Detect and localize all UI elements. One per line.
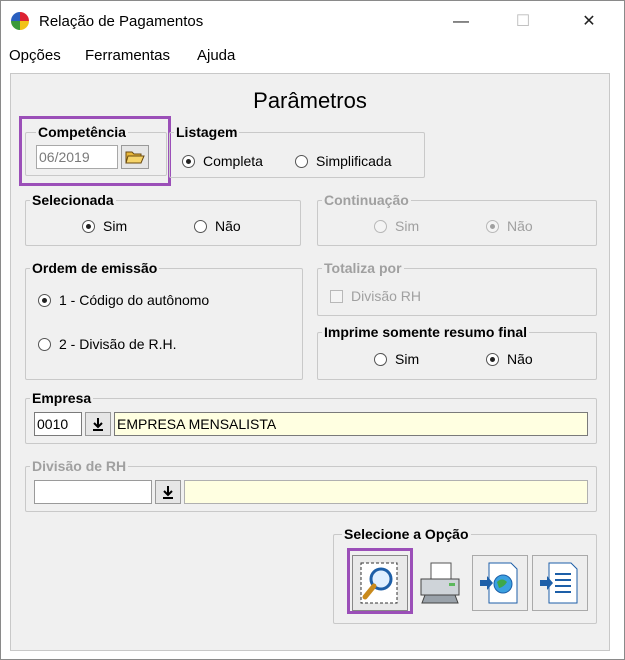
competencia-browse-button[interactable]	[121, 145, 149, 169]
ordem-emissao-legend: Ordem de emissão	[30, 260, 160, 276]
imprime-nao-radio[interactable]: Não	[486, 351, 533, 367]
radio-checked-icon	[486, 352, 499, 366]
radio-unchecked-icon	[194, 219, 207, 233]
divisao-code-input[interactable]	[34, 480, 152, 504]
listagem-completa-radio[interactable]: Completa	[182, 153, 263, 169]
radio-checked-icon	[82, 219, 95, 233]
continuacao-sim-radio: Sim	[374, 218, 419, 234]
competencia-group: Competência 06/2019	[25, 124, 167, 176]
print-button[interactable]	[412, 555, 468, 611]
radio-unchecked-icon	[374, 219, 387, 233]
export-web-icon	[480, 562, 518, 604]
divisao-rh-legend: Divisão de RH	[30, 458, 129, 474]
imprime-sim-radio[interactable]: Sim	[374, 351, 419, 367]
folder-open-icon	[125, 151, 145, 164]
radio-checked-icon	[182, 154, 195, 168]
empresa-code-input[interactable]: 0010	[34, 412, 82, 436]
listagem-group: Listagem Completa Simplificada	[169, 124, 425, 178]
selecione-opcao-legend: Selecione a Opção	[342, 526, 471, 542]
export-document-icon	[540, 562, 578, 604]
menu-ajuda[interactable]: Ajuda	[197, 47, 235, 64]
printer-icon	[420, 562, 460, 604]
ordem-divisao-radio[interactable]: 2 - Divisão de R.H.	[38, 336, 176, 352]
export-document-button[interactable]	[532, 555, 588, 611]
radio-checked-icon	[486, 219, 499, 233]
empresa-lookup-button[interactable]	[85, 412, 111, 436]
ordem-emissao-group: Ordem de emissão 1 - Código do autônomo …	[25, 260, 303, 380]
divisao-name-field[interactable]	[184, 480, 588, 504]
totaliza-divisao-checkbox: Divisão RH	[330, 288, 421, 304]
selecionada-legend: Selecionada	[30, 192, 116, 208]
radio-checked-icon	[38, 293, 51, 307]
checkbox-label: Divisão RH	[351, 288, 422, 304]
export-web-button[interactable]	[472, 555, 528, 611]
radio-unchecked-icon	[38, 337, 51, 351]
radio-label: 2 - Divisão de R.H.	[59, 336, 177, 352]
empresa-name-field[interactable]: EMPRESA MENSALISTA	[114, 412, 588, 436]
empresa-legend: Empresa	[30, 390, 94, 406]
app-window: Relação de Pagamentos — ☐ ✕ Opções Ferra…	[0, 0, 625, 660]
selecione-opcao-group: Selecione a Opção	[333, 526, 597, 624]
imprime-resumo-group: Imprime somente resumo final Sim Não	[317, 324, 597, 380]
download-arrow-icon	[163, 486, 173, 499]
radio-label: Não	[507, 218, 533, 234]
radio-label: Completa	[203, 153, 263, 169]
preview-button[interactable]	[352, 555, 408, 611]
continuacao-legend: Continuação	[322, 192, 411, 208]
radio-label: Não	[215, 218, 241, 234]
parameters-panel: Parâmetros Competência 06/2019 Listagem …	[10, 73, 610, 651]
title-bar: Relação de Pagamentos — ☐ ✕	[1, 1, 624, 41]
menu-opcoes[interactable]: Opções	[9, 47, 61, 64]
window-title: Relação de Pagamentos	[39, 13, 204, 30]
listagem-legend: Listagem	[174, 124, 240, 140]
selecionada-group: Selecionada Sim Não	[25, 192, 301, 246]
competencia-legend: Competência	[36, 124, 128, 140]
imprime-resumo-legend: Imprime somente resumo final	[322, 324, 530, 340]
radio-label: Sim	[395, 351, 420, 367]
empresa-group: Empresa 0010 EMPRESA MENSALISTA	[25, 390, 597, 444]
divisao-rh-group: Divisão de RH	[25, 458, 597, 512]
radio-unchecked-icon	[295, 154, 308, 168]
ordem-codigo-radio[interactable]: 1 - Código do autônomo	[38, 292, 209, 308]
selecionada-nao-radio[interactable]: Não	[194, 218, 241, 234]
listagem-simplificada-radio[interactable]: Simplificada	[295, 153, 391, 169]
close-button[interactable]: ✕	[566, 7, 612, 37]
minimize-button[interactable]: —	[438, 7, 484, 37]
selecionada-sim-radio[interactable]: Sim	[82, 218, 127, 234]
app-logo-icon	[11, 12, 29, 30]
preview-icon	[360, 562, 398, 604]
radio-label: Sim	[395, 218, 420, 234]
competencia-input[interactable]: 06/2019	[36, 145, 118, 169]
radio-label: Simplificada	[316, 153, 392, 169]
download-arrow-icon	[93, 418, 103, 431]
totaliza-legend: Totaliza por	[322, 260, 404, 276]
radio-label: 1 - Código do autônomo	[59, 292, 210, 308]
continuacao-group: Continuação Sim Não	[317, 192, 597, 246]
maximize-button[interactable]: ☐	[500, 7, 546, 37]
radio-label: Não	[507, 351, 533, 367]
totaliza-group: Totaliza por Divisão RH	[317, 260, 597, 316]
radio-label: Sim	[103, 218, 128, 234]
divisao-lookup-button[interactable]	[155, 480, 181, 504]
continuacao-nao-radio: Não	[486, 218, 533, 234]
checkbox-unchecked-icon	[330, 289, 343, 303]
page-title: Parâmetros	[253, 88, 367, 113]
radio-unchecked-icon	[374, 352, 387, 366]
menu-bar: Opções Ferramentas Ajuda	[1, 41, 624, 69]
menu-ferramentas[interactable]: Ferramentas	[85, 47, 170, 64]
